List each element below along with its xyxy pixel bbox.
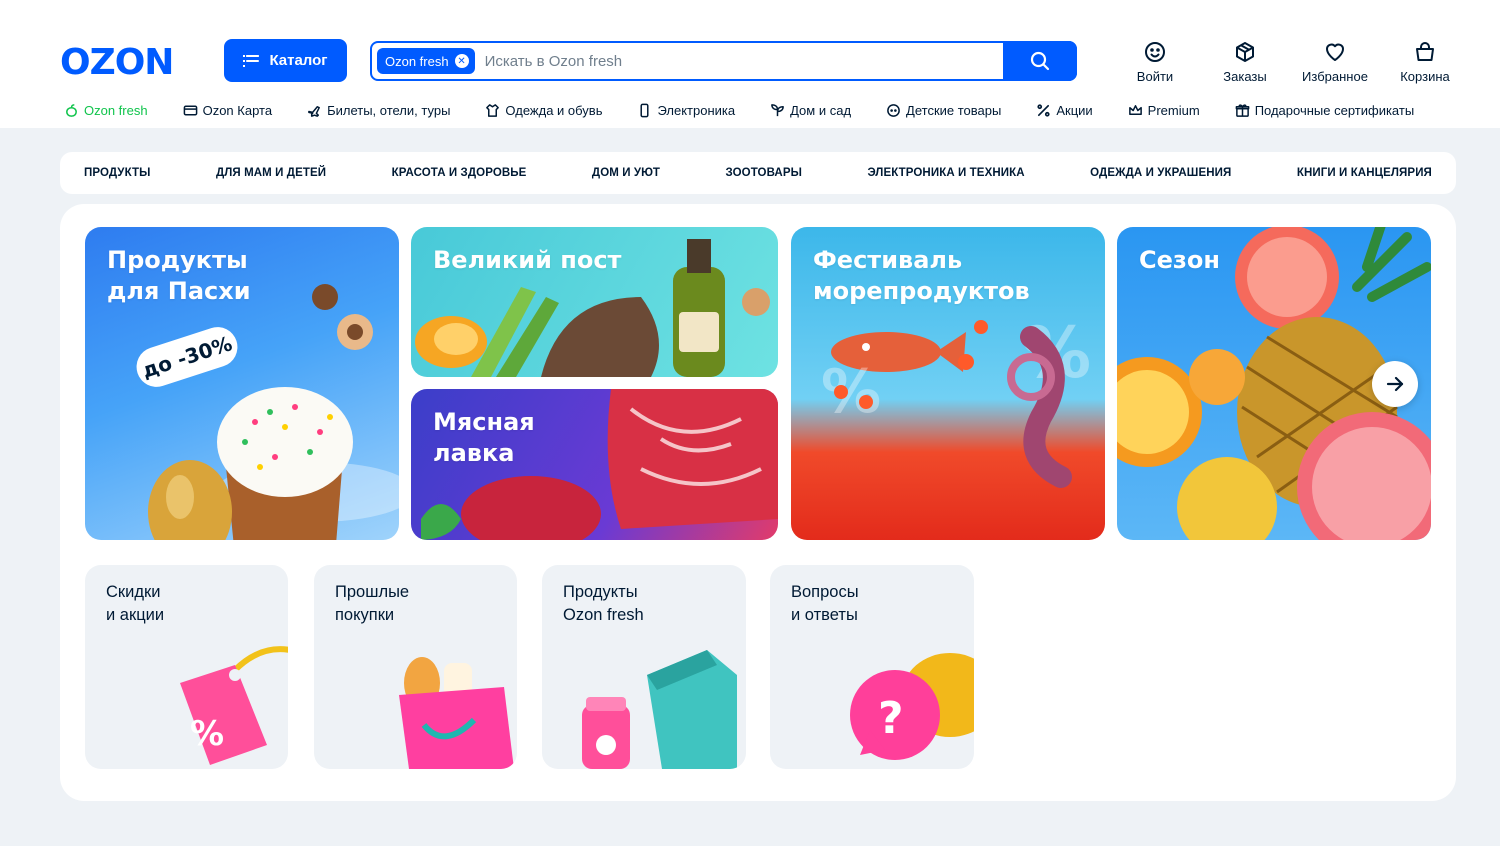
search-scope-chip[interactable]: Ozon fresh ✕ — [377, 48, 475, 74]
heart-icon — [1326, 43, 1344, 61]
banner-title: Великий пост — [433, 246, 622, 274]
menu-item-label: Подарочные сертификаты — [1254, 103, 1415, 118]
percent-icon — [1037, 104, 1050, 117]
baby-icon — [887, 104, 900, 117]
box-icon — [1236, 42, 1254, 62]
menu-item-kids[interactable]: Детские товары — [886, 103, 1001, 118]
menu-item-label: Одежда и обувь — [505, 103, 603, 118]
plant-icon — [771, 104, 784, 117]
category-link[interactable]: ОДЕЖДА И УКРАШЕНИЯ — [1090, 167, 1231, 179]
banner-title: Мясная лавка — [433, 408, 535, 467]
smile-icon — [1145, 42, 1165, 62]
menu-item-label: Ozon fresh — [84, 103, 148, 118]
menu-item-ozon-card[interactable]: Ozon Карта — [183, 103, 272, 118]
login-button[interactable]: Войти — [1110, 40, 1200, 84]
favorites-label: Избранное — [1302, 69, 1368, 84]
banner-title: Продукты для Пасхи — [107, 246, 251, 305]
header: OZON Каталог Ozon fresh ✕ Войти Заказы И… — [0, 0, 1500, 128]
tile-ozon-fresh-products[interactable]: Продукты Ozon fresh — [542, 565, 746, 769]
cart-button[interactable]: Корзина — [1380, 40, 1470, 84]
close-icon[interactable]: ✕ — [454, 54, 469, 68]
phone-icon — [640, 103, 650, 118]
price-tag-illustration: % — [180, 646, 288, 765]
banner-title: Фестиваль морепродуктов — [813, 246, 1030, 305]
banner-seafood[interactable]: % % Фестиваль морепродуктов — [791, 227, 1105, 540]
category-link[interactable]: КНИГИ И КАНЦЕЛЯРИЯ — [1297, 167, 1432, 179]
banner-title: Сезон — [1139, 246, 1220, 274]
menu-item-label: Ozon Карта — [202, 103, 273, 118]
menu-item-ozon-fresh[interactable]: Ozon fresh — [64, 103, 148, 118]
menu-item-label: Билеты, отели, туры — [327, 103, 451, 118]
category-bar: ПРОДУКТЫ ДЛЯ МАМ И ДЕТЕЙ КРАСОТА И ЗДОРО… — [60, 152, 1456, 194]
arrow-right-icon — [1386, 376, 1404, 392]
menu-item-home-garden[interactable]: Дом и сад — [770, 103, 851, 118]
category-link[interactable]: ДОМ И УЮТ — [592, 167, 660, 179]
orders-label: Заказы — [1223, 69, 1267, 84]
search-scope-label: Ozon fresh — [385, 53, 449, 69]
ozon-logo[interactable]: OZON — [60, 42, 174, 83]
banner-meat[interactable]: Мясная лавка — [411, 389, 778, 540]
search-input[interactable] — [484, 52, 985, 70]
menu-item-premium[interactable]: Premium — [1128, 103, 1200, 118]
menu-item-label: Дом и сад — [790, 103, 852, 118]
tile-past-purchases[interactable]: Прошлые покупки — [314, 565, 517, 769]
category-link[interactable]: ДЛЯ МАМ И ДЕТЕЙ — [216, 167, 326, 179]
search-bar: Ozon fresh ✕ — [370, 41, 1077, 81]
plane-icon — [308, 106, 320, 117]
svg-text:%: % — [821, 357, 881, 427]
menu-item-label: Premium — [1147, 103, 1200, 118]
login-label: Войти — [1136, 69, 1174, 84]
catalog-button[interactable]: Каталог — [224, 39, 347, 82]
menu-item-tickets[interactable]: Билеты, отели, туры — [307, 103, 450, 118]
banner-lent[interactable]: Великий пост — [411, 227, 778, 377]
menu-item-electronics[interactable]: Электроника — [637, 103, 735, 118]
fresh-icon — [66, 104, 77, 117]
gift-icon — [1235, 104, 1250, 117]
svg-text:?: ? — [878, 693, 904, 744]
shopping-bag-illustration — [399, 657, 514, 769]
banner-easter[interactable]: Продукты для Пасхи — [85, 227, 399, 540]
clothes-icon — [486, 104, 500, 117]
category-link[interactable]: КРАСОТА И ЗДОРОВЬЕ — [392, 167, 527, 179]
menu-item-promotions[interactable]: Акции — [1036, 103, 1093, 118]
bag-icon — [1416, 42, 1434, 61]
crown-icon — [1128, 105, 1142, 115]
tile-discounts[interactable]: Скидки и акции % — [85, 565, 288, 769]
menu-item-label: Детские товары — [906, 103, 1002, 118]
menu-item-label: Электроника — [657, 103, 736, 118]
favorites-button[interactable]: Избранное — [1290, 40, 1380, 84]
cart-label: Корзина — [1400, 69, 1450, 84]
card-icon — [183, 105, 197, 116]
menu-icon — [243, 54, 260, 67]
top-menu: Ozon fresh Ozon Карта Билеты, отели, тур… — [64, 103, 1414, 118]
menu-item-gift-cards[interactable]: Подарочные сертификаты — [1235, 103, 1414, 118]
search-icon — [1030, 51, 1050, 71]
fresh-products-illustration — [582, 650, 737, 769]
svg-text:%: % — [190, 714, 224, 754]
category-link[interactable]: ПРОДУКТЫ — [84, 167, 150, 179]
tile-faq[interactable]: Вопросы и ответы ? — [770, 565, 974, 769]
category-link[interactable]: ЗООТОВАРЫ — [725, 167, 802, 179]
question-bubble-illustration: ? — [850, 653, 974, 760]
menu-item-clothes[interactable]: Одежда и обувь — [485, 103, 602, 118]
category-link[interactable]: ЭЛЕКТРОНИКА И ТЕХНИКА — [867, 167, 1024, 179]
carousel-next-button[interactable] — [1372, 361, 1418, 407]
header-actions: Войти Заказы Избранное Корзина — [1110, 40, 1470, 84]
menu-item-label: Акции — [1056, 103, 1093, 118]
catalog-label: Каталог — [269, 52, 328, 69]
orders-button[interactable]: Заказы — [1200, 40, 1290, 84]
search-button[interactable] — [1003, 41, 1077, 81]
